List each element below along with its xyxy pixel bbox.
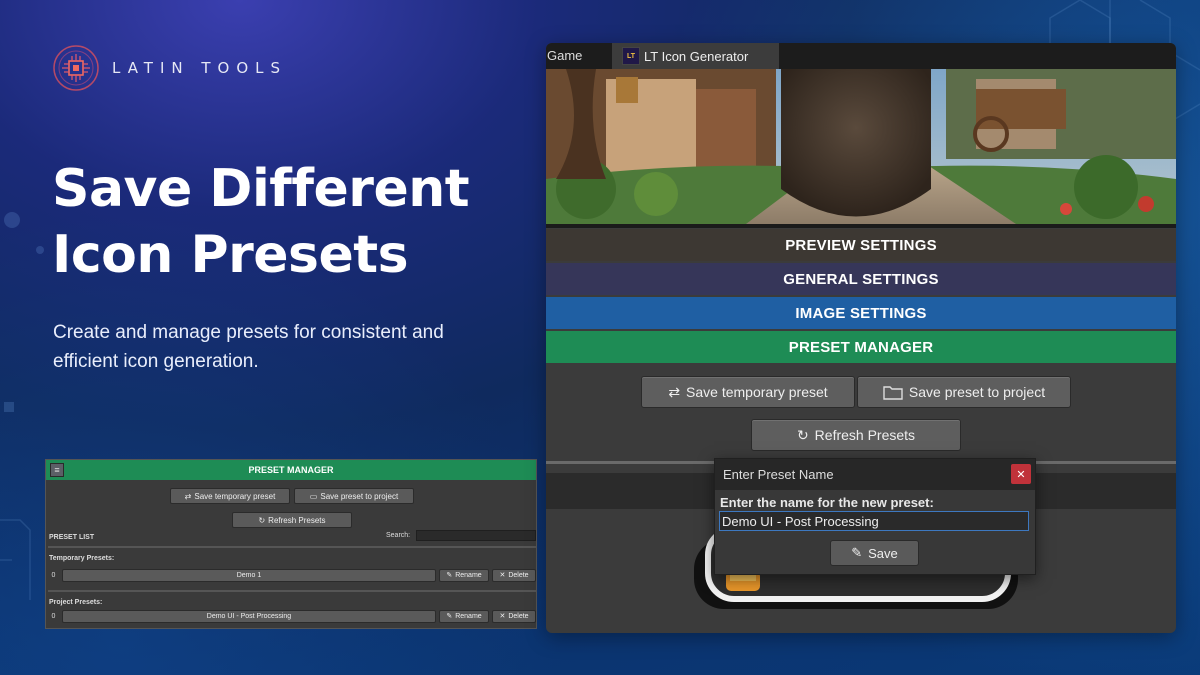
- rename-button[interactable]: ✎ Rename: [439, 609, 489, 623]
- section-preview-settings[interactable]: PREVIEW SETTINGS: [546, 229, 1176, 261]
- mini-preset-manager-panel: ≡ PRESET MANAGER ⇄ Save temporary preset…: [45, 459, 537, 629]
- swap-icon: ⇄: [668, 383, 681, 400]
- mini-panel-header: ≡ PRESET MANAGER: [46, 460, 536, 480]
- section-general-settings[interactable]: GENERAL SETTINGS: [546, 263, 1176, 295]
- mini-refresh-button[interactable]: ↻ Refresh Presets: [232, 512, 352, 528]
- preset-list-label: PRESET LIST: [49, 534, 95, 541]
- save-temporary-preset-button[interactable]: ⇄ Save temporary preset: [641, 376, 855, 408]
- mini-save-project-label: Save preset to project: [320, 491, 399, 501]
- temporary-presets-heading: Temporary Presets:: [49, 555, 115, 562]
- close-icon[interactable]: ✕: [1011, 464, 1031, 484]
- x-icon: ✕: [499, 613, 506, 620]
- swap-icon: ⇄: [184, 491, 192, 501]
- dialog-prompt: Enter the name for the new preset:: [720, 495, 934, 510]
- rename-label: Rename: [455, 571, 482, 579]
- dialog-save-button[interactable]: ✎ Save: [830, 540, 919, 566]
- refresh-label: Refresh Presets: [814, 427, 916, 443]
- list-item: 0 Demo 1 ✎ Rename ✕ Delete: [48, 568, 536, 582]
- mini-save-temporary-button[interactable]: ⇄ Save temporary preset: [170, 488, 290, 504]
- search-label: Search:: [386, 532, 411, 539]
- refresh-icon: ↻: [258, 515, 266, 525]
- tab-lt-icon-generator[interactable]: LT LT Icon Generator: [612, 43, 779, 69]
- preset-name-input[interactable]: [719, 511, 1029, 531]
- tab-label: LT Icon Generator: [644, 48, 749, 64]
- brand-logo: LATIN TOOLS: [52, 44, 287, 92]
- list-item: 0 Demo UI - Post Processing ✎ Rename ✕ D…: [48, 609, 536, 623]
- x-icon: ✕: [499, 572, 506, 579]
- save-project-label: Save preset to project: [908, 384, 1046, 400]
- pencil-icon: ✎: [446, 613, 453, 620]
- preview-scene-image: [546, 69, 1176, 224]
- mini-refresh-label: Refresh Presets: [268, 515, 326, 525]
- divider: [48, 546, 536, 548]
- save-preset-to-project-button[interactable]: Save preset to project: [857, 376, 1071, 408]
- pencil-icon: ✎: [851, 545, 863, 560]
- rename-button[interactable]: ✎ Rename: [439, 568, 489, 582]
- delete-label: Delete: [508, 612, 529, 620]
- page-subtext: Create and manage presets for consistent…: [53, 322, 444, 372]
- folder-icon: [883, 386, 903, 400]
- item-index: 0: [51, 571, 56, 579]
- preset-select-button[interactable]: Demo UI - Post Processing: [62, 609, 436, 623]
- tab-game[interactable]: Game: [546, 43, 612, 69]
- rename-label: Rename: [455, 612, 482, 620]
- refresh-presets-button[interactable]: ↻ Refresh Presets: [751, 419, 961, 451]
- divider: [48, 590, 536, 592]
- section-preset-manager[interactable]: PRESET MANAGER: [546, 331, 1176, 363]
- item-index: 0: [51, 612, 56, 620]
- dialog-title: Enter Preset Name: [723, 467, 834, 482]
- panel-grip-icon[interactable]: ≡: [50, 463, 64, 477]
- mini-panel-title: PRESET MANAGER: [248, 465, 334, 475]
- preview-divider: [546, 224, 1176, 228]
- folder-icon: ▭: [309, 491, 318, 501]
- save-temporary-label: Save temporary preset: [686, 384, 828, 400]
- refresh-icon: ↻: [796, 426, 809, 443]
- page-headline: Save Different Icon Presets: [52, 159, 470, 285]
- brand-name: LATIN TOOLS: [112, 59, 288, 77]
- delete-label: Delete: [508, 571, 529, 579]
- icon-generator-window: Game LT LT Icon Generator PREVIEW SETTIN…: [546, 43, 1176, 633]
- enter-preset-name-dialog: Enter Preset Name ✕ Enter the name for t…: [714, 458, 1036, 575]
- circuit-chip-icon: [53, 45, 99, 91]
- mini-save-project-button[interactable]: ▭ Save preset to project: [294, 488, 414, 504]
- preset-select-button[interactable]: Demo 1: [62, 568, 436, 582]
- delete-button[interactable]: ✕ Delete: [492, 609, 536, 623]
- project-presets-heading: Project Presets:: [49, 599, 103, 606]
- dialog-title-bar: Enter Preset Name ✕: [715, 459, 1035, 490]
- mini-save-temporary-label: Save temporary preset: [194, 491, 276, 501]
- editor-tab-bar: Game LT LT Icon Generator: [546, 43, 1176, 69]
- lt-logo-icon: LT: [622, 47, 640, 65]
- search-input[interactable]: [416, 530, 536, 541]
- delete-button[interactable]: ✕ Delete: [492, 568, 536, 582]
- section-image-settings[interactable]: IMAGE SETTINGS: [546, 297, 1176, 329]
- pencil-icon: ✎: [446, 572, 453, 579]
- save-label: Save: [868, 545, 898, 561]
